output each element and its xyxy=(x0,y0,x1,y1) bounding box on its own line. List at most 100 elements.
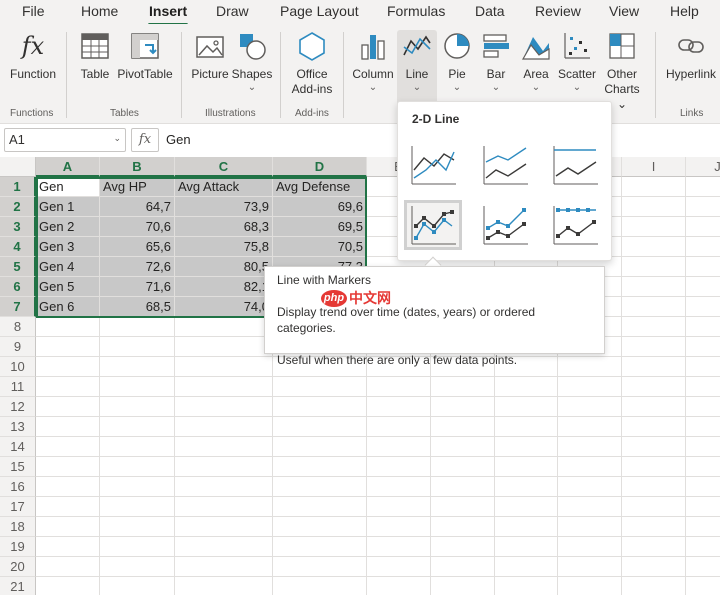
cell-a2[interactable]: Gen 1 xyxy=(36,197,100,217)
empty-cell[interactable] xyxy=(622,517,686,537)
empty-cell[interactable] xyxy=(558,537,622,557)
area-chart-button[interactable]: Area ⌄ xyxy=(518,30,554,93)
empty-cell[interactable] xyxy=(175,557,273,577)
column-header-i[interactable]: I xyxy=(622,157,686,177)
menu-file[interactable]: File xyxy=(22,3,45,19)
cell-b1[interactable]: Avg HP xyxy=(100,177,175,197)
empty-cell[interactable] xyxy=(495,577,558,595)
empty-cell[interactable] xyxy=(622,177,686,197)
empty-cell[interactable] xyxy=(558,557,622,577)
empty-cell[interactable] xyxy=(431,577,495,595)
empty-cell[interactable] xyxy=(175,417,273,437)
empty-cell[interactable] xyxy=(100,397,175,417)
cell-d2[interactable]: 69,6 xyxy=(273,197,367,217)
scatter-chart-button[interactable]: Scatter ⌄ xyxy=(557,30,597,93)
empty-cell[interactable] xyxy=(686,357,720,377)
empty-cell[interactable] xyxy=(622,297,686,317)
cell-b4[interactable]: 65,6 xyxy=(100,237,175,257)
empty-cell[interactable] xyxy=(431,397,495,417)
empty-cell[interactable] xyxy=(431,417,495,437)
empty-cell[interactable] xyxy=(273,457,367,477)
empty-cell[interactable] xyxy=(686,197,720,217)
empty-cell[interactable] xyxy=(622,197,686,217)
empty-cell[interactable] xyxy=(558,437,622,457)
empty-cell[interactable] xyxy=(36,317,100,337)
empty-cell[interactable] xyxy=(36,337,100,357)
empty-cell[interactable] xyxy=(686,557,720,577)
column-chart-button[interactable]: Column ⌄ xyxy=(351,30,395,93)
empty-cell[interactable] xyxy=(622,237,686,257)
cell-a1[interactable]: Gen xyxy=(36,177,100,197)
menu-formulas[interactable]: Formulas xyxy=(387,3,445,19)
empty-cell[interactable] xyxy=(100,537,175,557)
empty-cell[interactable] xyxy=(100,437,175,457)
row-header-1[interactable]: 1 xyxy=(0,177,36,197)
insert-function-button[interactable]: fx xyxy=(131,128,159,152)
empty-cell[interactable] xyxy=(495,457,558,477)
cell-b5[interactable]: 72,6 xyxy=(100,257,175,277)
empty-cell[interactable] xyxy=(175,457,273,477)
empty-cell[interactable] xyxy=(100,457,175,477)
column-header-d[interactable]: D xyxy=(273,157,367,177)
empty-cell[interactable] xyxy=(36,557,100,577)
empty-cell[interactable] xyxy=(273,497,367,517)
row-header-6[interactable]: 6 xyxy=(0,277,36,297)
empty-cell[interactable] xyxy=(495,497,558,517)
cell-a6[interactable]: Gen 5 xyxy=(36,277,100,297)
row-header-14[interactable]: 14 xyxy=(0,437,36,457)
empty-cell[interactable] xyxy=(431,497,495,517)
cell-c4[interactable]: 75,8 xyxy=(175,237,273,257)
cell-b3[interactable]: 70,6 xyxy=(100,217,175,237)
row-header-21[interactable]: 21 xyxy=(0,577,36,595)
row-header-4[interactable]: 4 xyxy=(0,237,36,257)
empty-cell[interactable] xyxy=(686,337,720,357)
shapes-button[interactable]: Shapes ⌄ xyxy=(231,30,273,93)
cell-c1[interactable]: Avg Attack xyxy=(175,177,273,197)
pivottable-button[interactable]: PivotTable xyxy=(116,30,174,82)
empty-cell[interactable] xyxy=(622,537,686,557)
empty-cell[interactable] xyxy=(622,357,686,377)
empty-cell[interactable] xyxy=(558,497,622,517)
empty-cell[interactable] xyxy=(622,457,686,477)
empty-cell[interactable] xyxy=(273,377,367,397)
cell-a4[interactable]: Gen 3 xyxy=(36,237,100,257)
empty-cell[interactable] xyxy=(558,377,622,397)
empty-cell[interactable] xyxy=(686,437,720,457)
stacked-line-markers-option[interactable] xyxy=(476,200,534,250)
empty-cell[interactable] xyxy=(100,557,175,577)
cell-b6[interactable]: 71,6 xyxy=(100,277,175,297)
empty-cell[interactable] xyxy=(686,377,720,397)
function-button[interactable]: fx Function xyxy=(8,30,58,82)
empty-cell[interactable] xyxy=(36,577,100,595)
empty-cell[interactable] xyxy=(273,417,367,437)
empty-cell[interactable] xyxy=(175,537,273,557)
picture-button[interactable]: Picture xyxy=(190,30,230,82)
empty-cell[interactable] xyxy=(622,397,686,417)
empty-cell[interactable] xyxy=(367,497,431,517)
cell-d4[interactable]: 70,5 xyxy=(273,237,367,257)
empty-cell[interactable] xyxy=(367,477,431,497)
empty-cell[interactable] xyxy=(273,437,367,457)
column-header-a[interactable]: A xyxy=(36,157,100,177)
hyperlink-button[interactable]: Hyperlink xyxy=(664,30,718,82)
column-header-j[interactable]: J xyxy=(686,157,720,177)
line-chart-option[interactable] xyxy=(404,140,462,190)
row-header-15[interactable]: 15 xyxy=(0,457,36,477)
empty-cell[interactable] xyxy=(622,257,686,277)
cell-b7[interactable]: 68,5 xyxy=(100,297,175,317)
empty-cell[interactable] xyxy=(175,577,273,595)
cell-b2[interactable]: 64,7 xyxy=(100,197,175,217)
empty-cell[interactable] xyxy=(495,437,558,457)
cell-c5[interactable]: 80,5 xyxy=(175,257,273,277)
table-button[interactable]: Table xyxy=(78,30,112,82)
empty-cell[interactable] xyxy=(558,577,622,595)
empty-cell[interactable] xyxy=(367,437,431,457)
empty-cell[interactable] xyxy=(431,457,495,477)
menu-data[interactable]: Data xyxy=(475,3,505,19)
column-header-c[interactable]: C xyxy=(175,157,273,177)
empty-cell[interactable] xyxy=(686,497,720,517)
empty-cell[interactable] xyxy=(622,317,686,337)
empty-cell[interactable] xyxy=(686,297,720,317)
empty-cell[interactable] xyxy=(175,317,273,337)
empty-cell[interactable] xyxy=(686,217,720,237)
